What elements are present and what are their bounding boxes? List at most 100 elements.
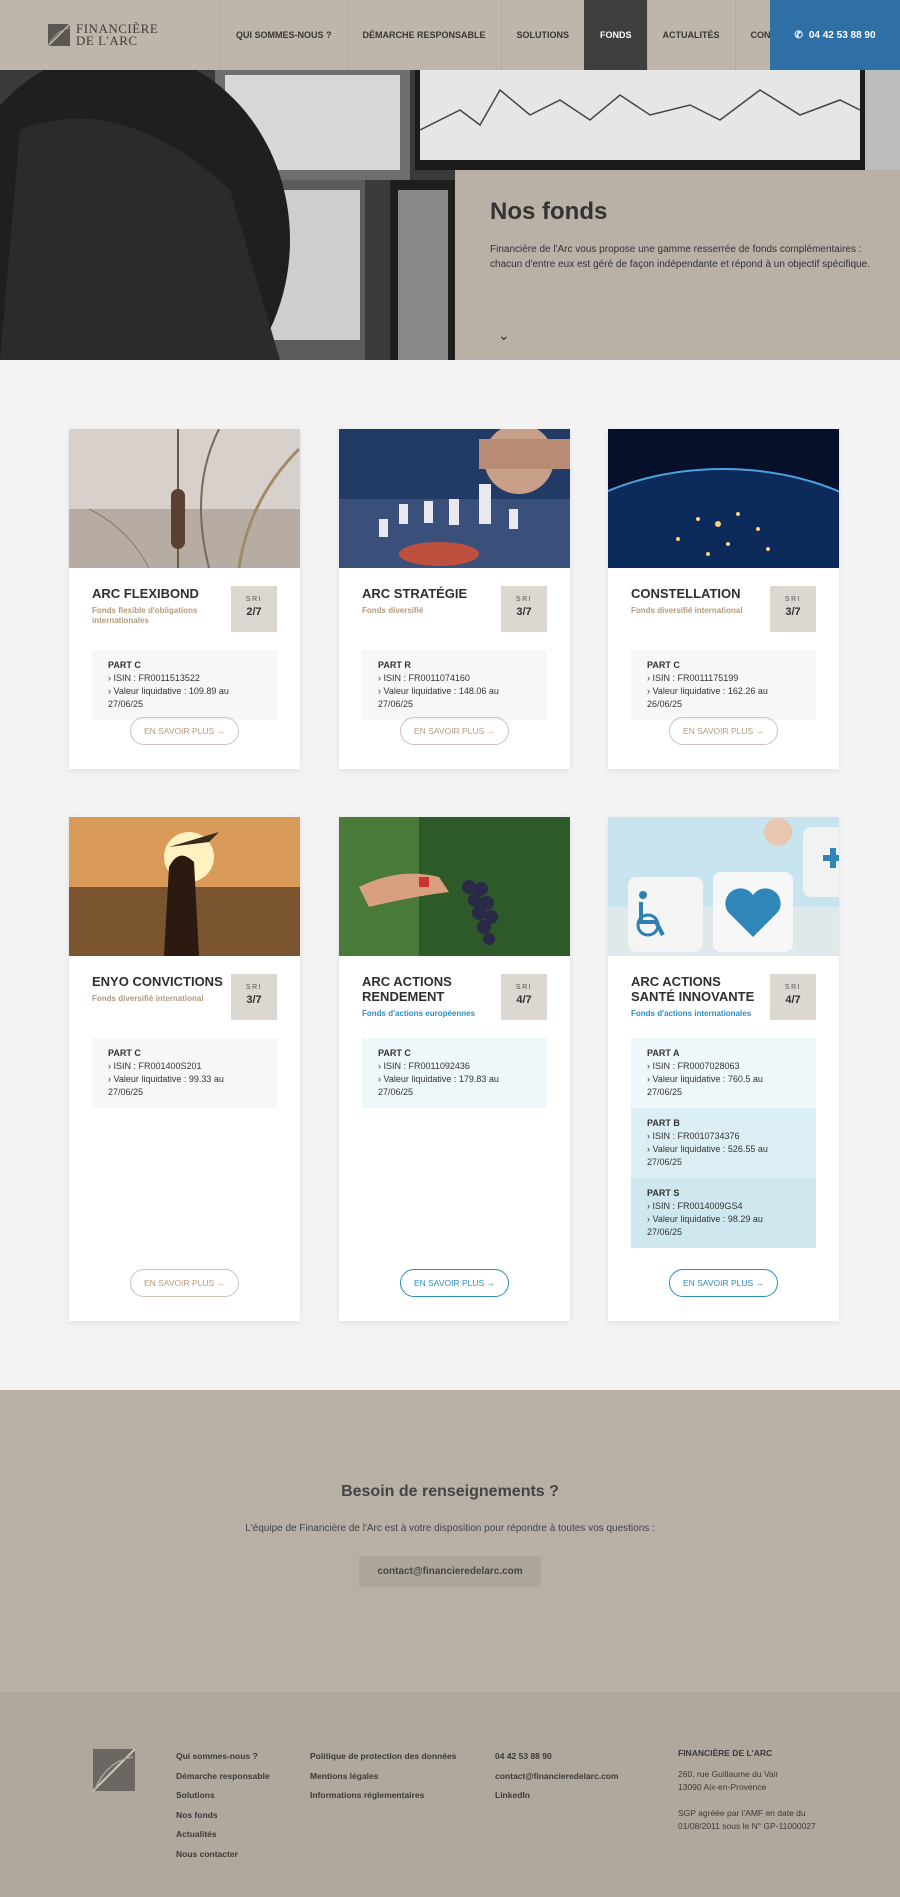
footer-link[interactable]: Nous contacter — [176, 1845, 270, 1865]
part-name: PART B — [647, 1118, 680, 1128]
part-value: › Valeur liquidative : 99.33 au 27/06/25 — [108, 1074, 224, 1097]
sri-label: SRI — [515, 596, 533, 603]
footer-link[interactable]: Mentions légales — [310, 1767, 456, 1787]
footer-company-name: FINANCIÈRE DE L'ARC — [678, 1748, 773, 1758]
footer-link[interactable]: contact@financieredelarc.com — [495, 1767, 619, 1787]
sri-badge: SRI 2/7 — [231, 586, 277, 632]
sri-value: 4/7 — [785, 994, 801, 1006]
footer-address-2: 13090 Aix-en-Provence — [678, 1782, 767, 1792]
footer-link[interactable]: Solutions — [176, 1786, 270, 1806]
contact-email-button[interactable]: contact@financieredelarc.com — [359, 1556, 541, 1587]
part-name: PART C — [647, 660, 680, 670]
fund-image[interactable] — [608, 429, 839, 568]
fund-card-body: ARC ACTIONS RENDEMENT Fonds d'actions eur… — [339, 956, 570, 1108]
sri-badge: SRI 3/7 — [501, 586, 547, 632]
page-title: Nos fonds — [490, 198, 608, 225]
part-name: PART S — [647, 1188, 680, 1198]
footer-link[interactable]: Qui sommes-nous ? — [176, 1747, 270, 1767]
part-isin: › ISIN : FR0007028063 — [647, 1061, 740, 1071]
part-value: › Valeur liquidative : 760.5 au 27/06/25 — [647, 1074, 763, 1097]
sri-value: 3/7 — [246, 994, 262, 1006]
fund-card-body: ARC STRATÉGIE Fonds diversifié SRI 3/7 PART … — [339, 568, 570, 720]
fund-card: CONSTELLATION Fonds diversifié internatio… — [608, 429, 839, 769]
nav-item[interactable]: FONDS — [584, 0, 647, 70]
fund-title[interactable]: CONSTELLATION — [631, 586, 766, 601]
part-isin: › ISIN : FR0014009GS4 — [647, 1201, 743, 1211]
footer-link[interactable]: LinkedIn — [495, 1786, 619, 1806]
footer: Qui sommes-nous ? Démarche responsable Sol… — [0, 1692, 900, 1897]
footer-link[interactable]: Actualités — [176, 1825, 270, 1845]
footer-logo-icon[interactable] — [93, 1749, 135, 1791]
fund-header: ARC STRATÉGIE Fonds diversifié SRI 3/7 — [362, 586, 547, 634]
part-name: PART R — [378, 660, 411, 670]
contact-text: L'équipe de Financière de l'Arc est à vo… — [245, 1523, 655, 1534]
fund-header: ARC ACTIONS RENDEMENT Fonds d'actions eur… — [362, 974, 547, 1022]
fund-image[interactable] — [69, 817, 300, 956]
phone-button[interactable]: ✆ 04 42 53 88 90 — [770, 0, 900, 70]
footer-link[interactable]: Nos fonds — [176, 1806, 270, 1826]
part-isin: › ISIN : FR001400S201 — [108, 1061, 202, 1071]
fund-parts: PART A › ISIN : FR0007028063 › Valeur liqu… — [631, 1038, 816, 1248]
learn-more-button[interactable]: EN SAVOIR PLUS → — [130, 1269, 239, 1297]
nav-item[interactable]: QUI SOMMES-NOUS ? — [220, 0, 347, 70]
footer-link[interactable]: Politique de protection des données — [310, 1747, 456, 1767]
logo-text: FINANCIÈRE DE L'ARC — [76, 21, 159, 48]
fund-part: PART C › ISIN : FR0011092436 › Valeur liqu… — [362, 1038, 547, 1108]
learn-more-button[interactable]: EN SAVOIR PLUS → — [130, 717, 239, 745]
fund-title[interactable]: ARC STRATÉGIE — [362, 586, 497, 601]
nav-item[interactable]: SOLUTIONS — [500, 0, 585, 70]
sri-badge: SRI 4/7 — [770, 974, 816, 1020]
nav-item[interactable]: ACTUALITÉS — [646, 0, 735, 70]
part-value: › Valeur liquidative : 162.26 au 26/06/2… — [647, 686, 768, 709]
chevron-down-icon[interactable]: ⌄ — [498, 327, 510, 344]
fund-part: PART S › ISIN : FR0014009GS4 › Valeur liqu… — [631, 1178, 816, 1248]
fund-part: PART A › ISIN : FR0007028063 › Valeur liqu… — [631, 1038, 816, 1108]
fund-image[interactable] — [339, 817, 570, 956]
fund-subtitle: Fonds diversifié international — [631, 606, 743, 615]
fund-card-body: ARC FLEXIBOND Fonds flexible d'obligation… — [69, 568, 300, 720]
fund-header: ENYO CONVICTIONS Fonds diversifié interna… — [92, 974, 277, 1022]
sri-value: 2/7 — [246, 606, 262, 618]
fund-card: ARC ACTIONS SANTÉ INNOVANTE Fonds d'actio… — [608, 817, 839, 1321]
sri-label: SRI — [784, 984, 802, 991]
fund-title[interactable]: ARC ACTIONS SANTÉ INNOVANTE — [631, 974, 766, 1004]
sri-label: SRI — [784, 596, 802, 603]
sri-value: 4/7 — [516, 994, 532, 1006]
sri-value: 3/7 — [516, 606, 532, 618]
fund-image[interactable] — [69, 429, 300, 568]
learn-more-button[interactable]: EN SAVOIR PLUS → — [669, 717, 778, 745]
logo[interactable]: FINANCIÈRE DE L'ARC — [48, 20, 178, 50]
footer-address-1: 260, rue Guillaume du Vair — [678, 1769, 779, 1779]
fund-card-body: ARC ACTIONS SANTÉ INNOVANTE Fonds d'actio… — [608, 956, 839, 1248]
phone-number: 04 42 53 88 90 — [808, 29, 876, 41]
learn-more-button[interactable]: EN SAVOIR PLUS → — [669, 1269, 778, 1297]
footer-link[interactable]: Démarche responsable — [176, 1767, 270, 1787]
nav-item[interactable]: DÉMARCHE RESPONSABLE — [346, 0, 501, 70]
sri-badge: SRI 3/7 — [231, 974, 277, 1020]
fund-title[interactable]: ENYO CONVICTIONS — [92, 974, 227, 989]
sri-badge: SRI 3/7 — [770, 586, 816, 632]
fund-subtitle: Fonds diversifié international — [92, 994, 204, 1003]
fund-card-body: ENYO CONVICTIONS Fonds diversifié interna… — [69, 956, 300, 1108]
fund-parts: PART C › ISIN : FR001400S201 › Valeur liqu… — [92, 1038, 277, 1108]
fund-title[interactable]: ARC ACTIONS RENDEMENT — [362, 974, 497, 1004]
footer-link[interactable]: Informations réglementaires — [310, 1786, 456, 1806]
fund-card: ARC STRATÉGIE Fonds diversifié SRI 3/7 PART … — [339, 429, 570, 769]
fund-header: ARC ACTIONS SANTÉ INNOVANTE Fonds d'actio… — [631, 974, 816, 1022]
fund-parts: PART C › ISIN : FR0011513522 › Valeur liqu… — [92, 650, 277, 720]
learn-more-button[interactable]: EN SAVOIR PLUS → — [400, 1269, 509, 1297]
contact-title: Besoin de renseignements ? — [341, 1483, 559, 1500]
fund-subtitle: Fonds flexible d'obligations internation… — [92, 606, 198, 625]
sri-label: SRI — [515, 984, 533, 991]
fund-card: ARC ACTIONS RENDEMENT Fonds d'actions eur… — [339, 817, 570, 1321]
main-nav: QUI SOMMES-NOUS ? DÉMARCHE RESPONSABLE SOL… — [220, 0, 809, 70]
part-name: PART C — [108, 660, 141, 670]
sri-value: 3/7 — [785, 606, 801, 618]
fund-image[interactable] — [608, 817, 839, 956]
fund-image[interactable] — [339, 429, 570, 568]
footer-link[interactable]: 04 42 53 88 90 — [495, 1747, 619, 1767]
footer-sgp: SGP agréée par l'AMF en date du 01/08/20… — [678, 1808, 816, 1831]
learn-more-button[interactable]: EN SAVOIR PLUS → — [400, 717, 509, 745]
fund-title[interactable]: ARC FLEXIBOND — [92, 586, 227, 601]
part-value: › Valeur liquidative : 179.83 au 27/06/2… — [378, 1074, 499, 1097]
